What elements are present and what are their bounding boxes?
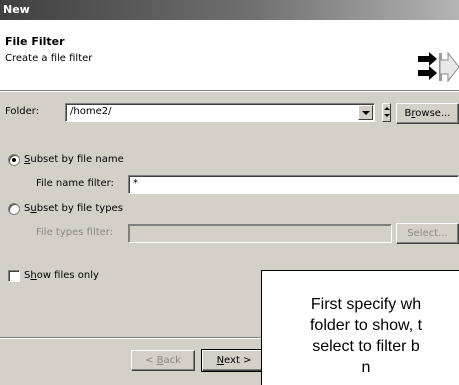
- browse-button[interactable]: Browse...: [396, 103, 459, 124]
- file-name-filter-label: File name filter:: [36, 178, 114, 189]
- folder-value: /home2/: [70, 106, 112, 117]
- subset-by-name-radio[interactable]: [8, 154, 20, 166]
- subset-by-name-label[interactable]: Subset by file name: [24, 154, 124, 166]
- callout-line: select to filter b: [312, 338, 420, 355]
- banner-separator: [0, 90, 459, 92]
- folder-combo[interactable]: /home2/: [65, 103, 375, 122]
- spinner-down-icon: [384, 114, 390, 117]
- back-button[interactable]: < Back: [131, 350, 195, 371]
- subset-by-types-radio[interactable]: [8, 203, 20, 215]
- radio-selected-dot: [12, 158, 16, 162]
- page-title: File Filter: [5, 35, 65, 48]
- folder-dropdown-arrow-icon[interactable]: [358, 105, 373, 120]
- subset-by-types-label[interactable]: Subset by file types: [24, 203, 123, 215]
- callout-line: folder to show, t: [309, 317, 423, 334]
- wizard-arrows-icon: [418, 51, 459, 83]
- folder-label: Folder:: [5, 106, 40, 117]
- select-button[interactable]: Select...: [396, 223, 459, 244]
- callout-line: First specify wh: [310, 296, 422, 313]
- file-types-filter-input[interactable]: [128, 224, 392, 243]
- callout-line: n: [361, 359, 371, 376]
- wizard-banner: File Filter Create a file filter: [0, 20, 459, 90]
- file-types-filter-label: File types filter:: [36, 227, 114, 238]
- instruction-callout: First specify wh folder to show, t selec…: [261, 270, 459, 385]
- next-button[interactable]: Next >: [201, 349, 267, 372]
- show-files-only-checkbox[interactable]: [8, 270, 20, 282]
- file-name-filter-input[interactable]: *: [128, 175, 459, 194]
- show-files-only-label[interactable]: Show files only: [24, 270, 99, 282]
- window-title: New: [3, 3, 30, 16]
- window-titlebar[interactable]: New: [0, 0, 459, 20]
- page-description: Create a file filter: [5, 53, 93, 64]
- folder-spinner[interactable]: [382, 103, 391, 122]
- spinner-up-icon: [384, 107, 390, 110]
